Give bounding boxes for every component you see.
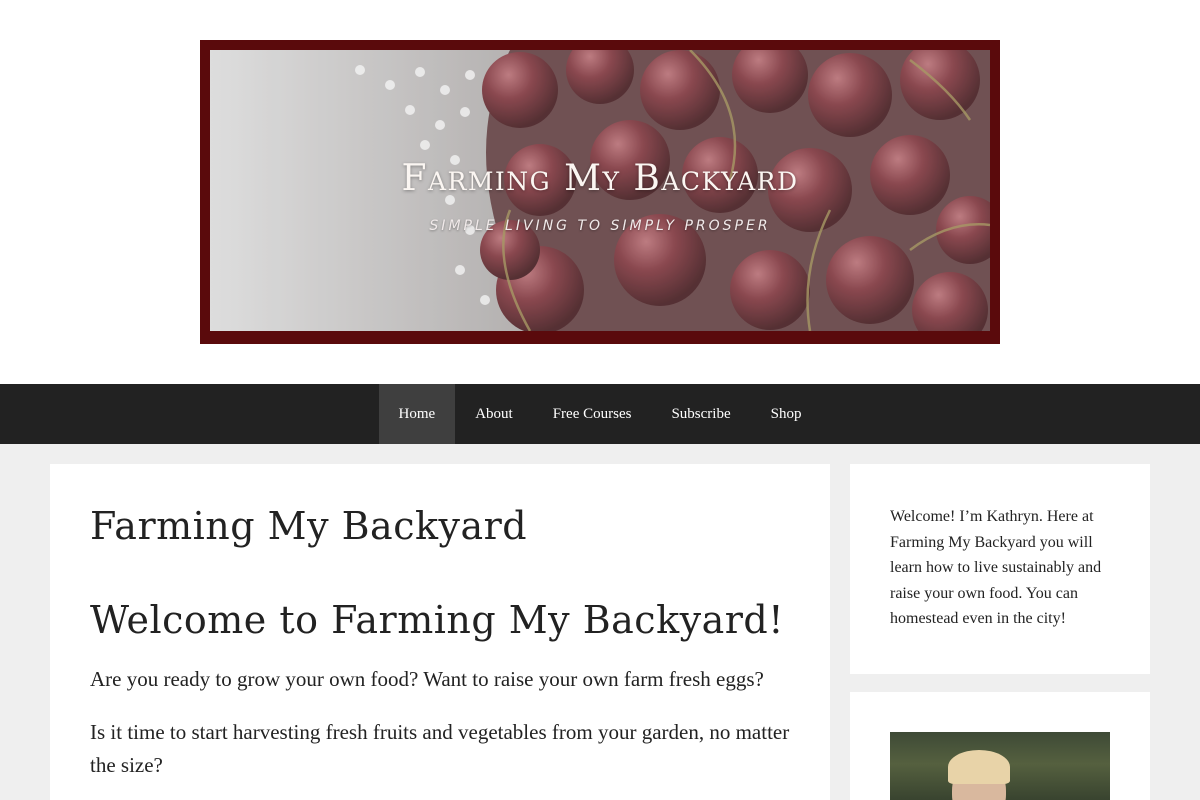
site-title: Farming My Backyard <box>401 158 799 199</box>
intro-paragraph: Is it time to start harvesting fresh fru… <box>90 720 790 778</box>
nav-item-shop[interactable]: Shop <box>751 384 822 444</box>
nav-item-about[interactable]: About <box>455 384 533 444</box>
intro-paragraph: Are you ready to grow your own food? Wan… <box>90 667 764 692</box>
banner-cherries-image: Farming My Backyard SIMPLE LIVING TO SIM… <box>210 50 990 331</box>
site-tagline: SIMPLE LIVING TO SIMPLY PROSPER <box>429 218 771 234</box>
header-banner[interactable]: Farming My Backyard SIMPLE LIVING TO SIM… <box>200 40 1000 344</box>
sidebar-photo-widget <box>850 692 1150 800</box>
sidebar-about-widget: Welcome! I’m Kathryn. Here at Farming My… <box>850 464 1150 674</box>
about-text: Welcome! I’m Kathryn. Here at Farming My… <box>890 508 1102 627</box>
nav-item-home[interactable]: Home <box>378 384 456 444</box>
main-navigation: Home About Free Courses Subscribe Shop <box>0 384 1200 444</box>
welcome-heading: Welcome to Farming My Backyard! <box>90 597 784 642</box>
author-hair <box>948 750 1010 784</box>
page-title: Farming My Backyard <box>90 504 528 548</box>
nav-item-free-courses[interactable]: Free Courses <box>533 384 652 444</box>
site-header: Farming My Backyard SIMPLE LIVING TO SIM… <box>0 0 1200 384</box>
main-content: Farming My Backyard Welcome to Farming M… <box>50 464 830 800</box>
nav-item-subscribe[interactable]: Subscribe <box>651 384 750 444</box>
author-photo[interactable] <box>890 732 1110 800</box>
